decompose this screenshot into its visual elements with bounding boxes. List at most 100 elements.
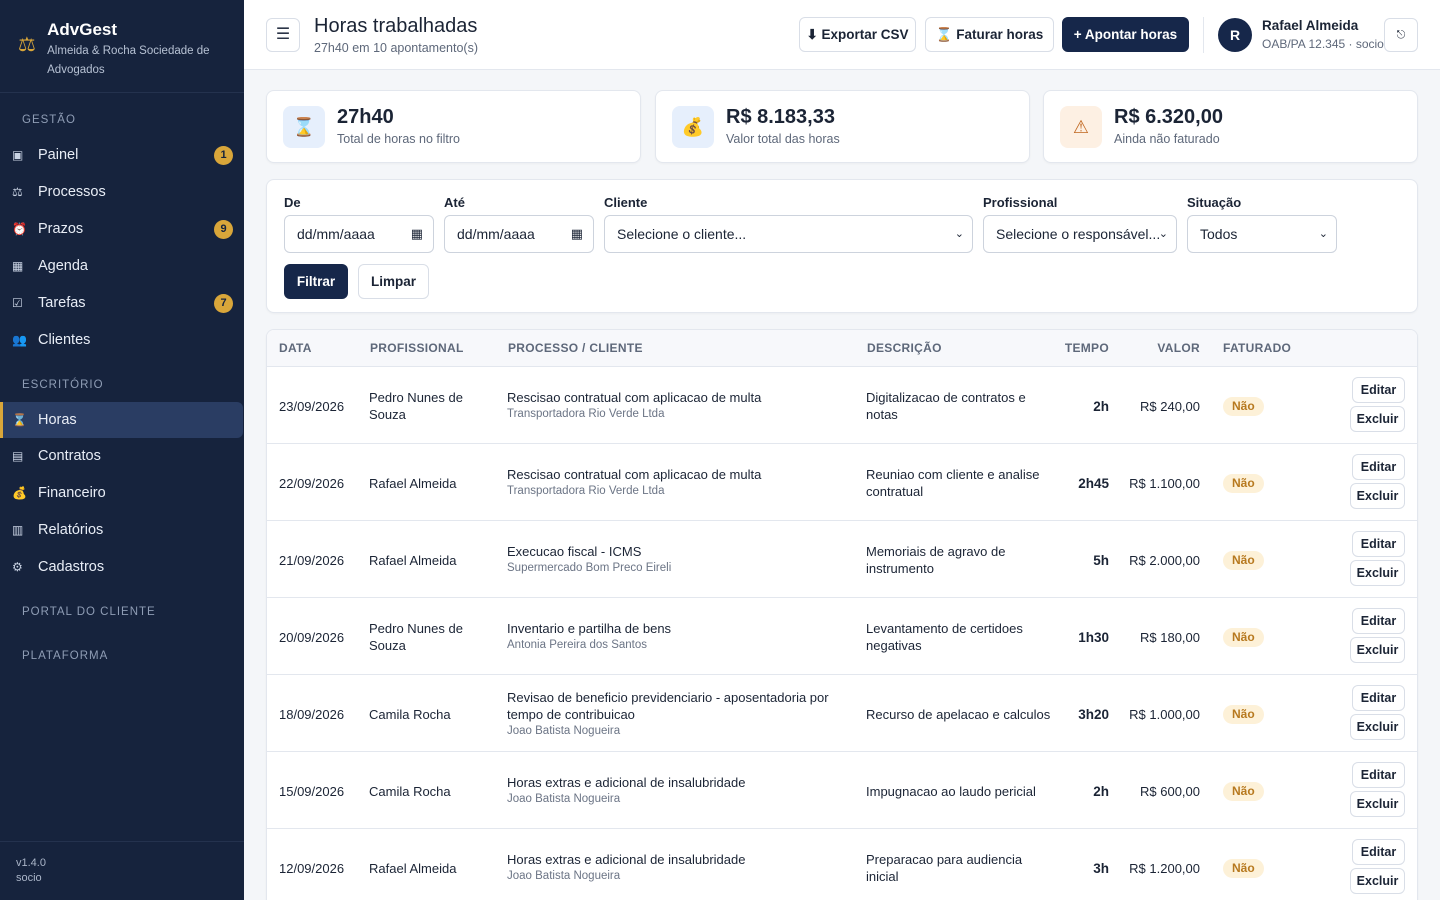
sidebar-item-relatorios[interactable]: ▥ Relatórios [0, 512, 244, 548]
edit-button[interactable]: Editar [1352, 377, 1405, 403]
row-process[interactable]: Rescisao contratual com aplicacao de mul… [507, 466, 837, 500]
date-from-input[interactable]: dd/mm/aaaa ▦ [284, 215, 434, 253]
row-process[interactable]: Horas extras e adicional de insalubridad… [507, 774, 837, 808]
sidebar-item-tarefas[interactable]: ☑ Tarefas 7 [0, 285, 244, 321]
logout-button[interactable]: ⎋ [1384, 18, 1418, 52]
sidebar-item-contratos[interactable]: ▤ Contratos [0, 438, 244, 474]
nav-section-portal[interactable]: PORTAL DO CLIENTE [0, 586, 244, 630]
client-select-value: Selecione o cliente... [617, 226, 747, 242]
sidebar-item-painel[interactable]: ▣ Painel 1 [0, 137, 244, 173]
row-description: Levantamento de certidoes negativas [866, 621, 1023, 653]
export-csv-button[interactable]: ⬇ Exportar CSV [799, 17, 916, 52]
chevron-down-icon: ⌄ [954, 228, 964, 240]
status-select[interactable]: Todos ⌄ [1187, 215, 1337, 253]
col-valor[interactable]: VALOR [1117, 341, 1200, 355]
process-title[interactable]: Revisao de beneficio previdenciario - ap… [507, 690, 829, 722]
edit-button[interactable]: Editar [1352, 839, 1405, 865]
row-description: Reuniao com cliente e analise contratual [866, 467, 1040, 499]
user-role-label: socio [16, 872, 42, 884]
nav-section-plataforma[interactable]: PLATAFORMA [0, 630, 244, 674]
delete-button[interactable]: Excluir [1350, 406, 1405, 432]
filter-button[interactable]: Filtrar [284, 264, 348, 299]
billed-status-badge: Não [1223, 628, 1264, 647]
process-title[interactable]: Horas extras e adicional de insalubridad… [507, 775, 745, 790]
row-time: 2h45 [1078, 476, 1109, 491]
avatar[interactable]: R [1218, 18, 1252, 52]
delete-button[interactable]: Excluir [1350, 868, 1405, 894]
sidebar-item-cadastros[interactable]: ⚙ Cadastros [0, 549, 244, 585]
add-hours-button[interactable]: + Apontar horas [1062, 17, 1189, 52]
client-select[interactable]: Selecione o cliente... ⌄ [604, 215, 973, 253]
table-row: 21/09/2026 Rafael Almeida Execucao fiscal … [267, 521, 1417, 598]
edit-button[interactable]: Editar [1352, 762, 1405, 788]
row-process[interactable]: Horas extras e adicional de insalubridad… [507, 851, 837, 885]
delete-button[interactable]: Excluir [1350, 637, 1405, 663]
sidebar-item-horas[interactable]: ⌛ Horas [0, 402, 243, 438]
delete-button[interactable]: Excluir [1350, 791, 1405, 817]
row-value: R$ 1.200,00 [1129, 861, 1200, 876]
table-row: 12/09/2026 Rafael Almeida Horas extras e a… [267, 829, 1417, 900]
row-process[interactable]: Inventario e partilha de bens Antonia Per… [507, 620, 837, 654]
col-processo[interactable]: PROCESSO / CLIENTE [508, 341, 643, 355]
client-name: Joao Batista Nogueira [507, 725, 621, 737]
professional-select[interactable]: Selecione o responsável... ⌄ [983, 215, 1177, 253]
alarm-clock-icon: ⏰ [12, 222, 27, 236]
edit-button[interactable]: Editar [1352, 608, 1405, 634]
hourglass-icon: ⌛ [283, 106, 325, 148]
process-title[interactable]: Rescisao contratual com aplicacao de mul… [507, 390, 761, 405]
clear-button[interactable]: Limpar [358, 264, 429, 299]
delete-button[interactable]: Excluir [1350, 714, 1405, 740]
count-badge: 9 [214, 220, 233, 239]
top-header: ☰ Horas trabalhadas 27h40 em 10 apontame… [244, 0, 1440, 70]
row-time: 2h [1093, 784, 1109, 799]
row-description: Recurso de apelacao e calculos [866, 707, 1051, 722]
row-process[interactable]: Revisao de beneficio previdenciario - ap… [507, 689, 837, 740]
col-profissional[interactable]: PROFISSIONAL [370, 341, 464, 355]
calendar-icon: ▦ [410, 226, 423, 241]
col-descricao[interactable]: DESCRIÇÃO [867, 341, 942, 355]
row-time: 5h [1093, 553, 1109, 568]
col-data[interactable]: DATA [279, 341, 312, 355]
firm-name: Almeida & Rocha Sociedade de Advogados [47, 45, 210, 76]
row-value: R$ 1.000,00 [1129, 707, 1200, 722]
version-info: v1.4.0 socio [16, 856, 46, 886]
count-badge: 1 [214, 146, 233, 165]
process-title[interactable]: Execucao fiscal - ICMS [507, 544, 641, 559]
delete-button[interactable]: Excluir [1350, 560, 1405, 586]
edit-button[interactable]: Editar [1352, 454, 1405, 480]
gear-icon: ⚙ [12, 560, 23, 574]
sidebar-item-label: Agenda [38, 258, 88, 274]
row-value: R$ 240,00 [1140, 399, 1200, 414]
stat-value: R$ 6.320,00 [1114, 106, 1223, 128]
edit-button[interactable]: Editar [1352, 531, 1405, 557]
col-tempo[interactable]: TEMPO [1057, 341, 1109, 355]
sidebar-item-clientes[interactable]: 👥 Clientes [0, 322, 244, 358]
sidebar-item-financeiro[interactable]: 💰 Financeiro [0, 475, 244, 511]
process-title[interactable]: Rescisao contratual com aplicacao de mul… [507, 467, 761, 482]
row-process[interactable]: Execucao fiscal - ICMS Supermercado Bom P… [507, 543, 837, 577]
delete-button[interactable]: Excluir [1350, 483, 1405, 509]
invoice-hours-button[interactable]: ⌛ Faturar horas [925, 17, 1054, 52]
client-name: Antonia Pereira dos Santos [507, 639, 648, 651]
sidebar-item-label: Horas [38, 412, 77, 428]
row-value: R$ 180,00 [1140, 630, 1200, 645]
sidebar-item-prazos[interactable]: ⏰ Prazos 9 [0, 211, 244, 247]
row-professional: Pedro Nunes de Souza [369, 621, 463, 653]
col-faturado[interactable]: FATURADO [1223, 341, 1291, 355]
sidebar-item-label: Processos [38, 184, 106, 200]
sidebar-item-label: Painel [38, 147, 79, 163]
process-title[interactable]: Horas extras e adicional de insalubridad… [507, 852, 745, 867]
menu-toggle-button[interactable]: ☰ [266, 18, 300, 52]
row-description: Preparacao para audiencia inicial [866, 852, 1023, 884]
chevron-down-icon: ⌄ [1158, 228, 1168, 240]
client-name: Supermercado Bom Preco Eireli [507, 562, 672, 574]
nav-section-escritorio: ESCRITÓRIO [22, 379, 104, 391]
edit-button[interactable]: Editar [1352, 685, 1405, 711]
sidebar-item-processos[interactable]: ⚖ Processos [0, 174, 244, 210]
process-title[interactable]: Inventario e partilha de bens [507, 621, 671, 636]
sidebar-item-agenda[interactable]: ▦ Agenda [0, 248, 244, 284]
date-from-placeholder: dd/mm/aaaa [297, 226, 375, 242]
nav-section-gestao: GESTÃO [22, 114, 76, 126]
date-to-input[interactable]: dd/mm/aaaa ▦ [444, 215, 594, 253]
row-process[interactable]: Rescisao contratual com aplicacao de mul… [507, 389, 837, 423]
